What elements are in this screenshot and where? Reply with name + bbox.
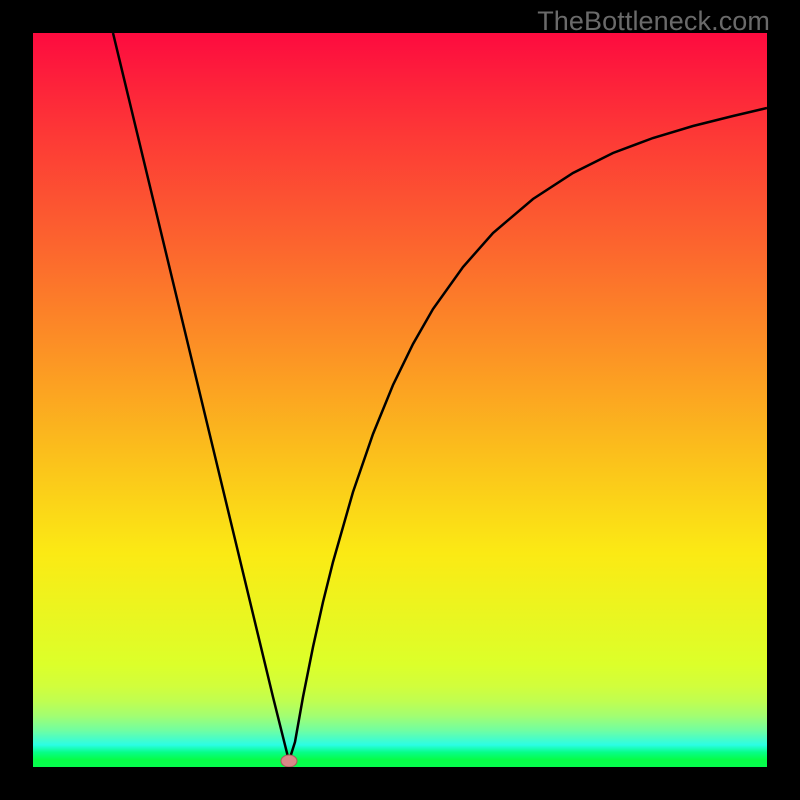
chart-container: TheBottleneck.com [0,0,800,800]
bottleneck-curve [113,33,767,761]
plot-area [33,33,767,767]
optimal-point-marker [281,755,297,767]
curve-layer [33,33,767,767]
